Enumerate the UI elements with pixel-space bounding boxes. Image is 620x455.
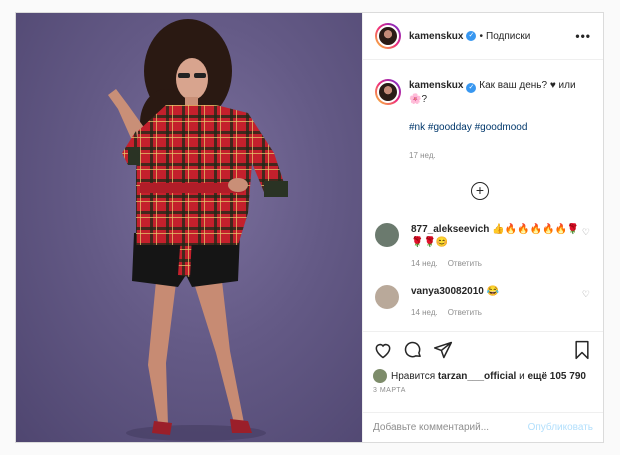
verified-badge-icon: ✓: [466, 83, 477, 93]
post-photo-illustration: [108, 19, 288, 441]
comment-input[interactable]: Добавьте комментарий...: [373, 422, 528, 433]
share-icon[interactable]: [433, 340, 453, 360]
caption: kamenskux ✓ Как ваш день? ♥ или 🌸? #nk #g…: [375, 79, 590, 163]
post-header: kamenskux ✓ • Подписки •••: [363, 13, 603, 60]
comment-item: vanya30082010 😂 14 нед. Ответить ♡: [375, 285, 590, 319]
instagram-post: kamenskux ✓ • Подписки ••• kamenskux ✓ Ка…: [15, 12, 604, 443]
verified-badge-icon: ✓: [466, 31, 477, 41]
post-sidebar: kamenskux ✓ • Подписки ••• kamenskux ✓ Ка…: [362, 13, 603, 442]
liker-username[interactable]: tarzan___official: [438, 371, 516, 382]
like-comment-heart-icon[interactable]: ♡: [582, 289, 590, 300]
follow-button[interactable]: Подписки: [486, 31, 530, 42]
comment-age: 14 нед.: [411, 308, 438, 317]
post-actions: Нравится tarzan___official и ещё 105 790…: [363, 331, 603, 413]
liker-avatar: [373, 369, 387, 383]
likes-count[interactable]: ещё 105 790: [527, 371, 586, 382]
comment-avatar[interactable]: [375, 223, 399, 247]
caption-avatar[interactable]: [375, 79, 401, 105]
bookmark-icon[interactable]: [573, 340, 591, 360]
publish-button[interactable]: Опубликовать: [528, 422, 593, 433]
avatar[interactable]: [375, 23, 401, 49]
comment-username[interactable]: 877_alekseevich: [411, 224, 489, 235]
post-date: 3 МАРТА: [373, 387, 406, 394]
header-username[interactable]: kamenskux: [409, 31, 463, 42]
heart-icon[interactable]: [373, 340, 393, 360]
caption-age: 17 нед.: [409, 151, 436, 160]
comment-icon[interactable]: [403, 340, 423, 360]
reply-button[interactable]: Ответить: [448, 308, 482, 317]
likes-prefix: Нравится: [391, 370, 436, 382]
separator-dot: •: [479, 30, 483, 42]
comment-text: 😂: [486, 286, 500, 297]
like-comment-heart-icon[interactable]: ♡: [582, 227, 590, 238]
more-options-icon[interactable]: •••: [575, 29, 591, 43]
reply-button[interactable]: Ответить: [448, 259, 482, 268]
caption-username[interactable]: kamenskux: [409, 80, 463, 91]
comment-age: 14 нед.: [411, 259, 438, 268]
caption-hashtags[interactable]: #nk #goodday #goodmood: [409, 121, 590, 135]
load-more-comments-button[interactable]: +: [471, 182, 489, 200]
comment-item: 877_alekseevich 👍🔥🔥🔥🔥🔥🌹🌹🌹😊 14 нед. Ответи…: [375, 223, 590, 270]
comment-avatar[interactable]: [375, 285, 399, 309]
likes-middle: и: [519, 370, 525, 382]
likes-summary: Нравится tarzan___official и ещё 105 790: [373, 369, 586, 383]
add-comment-bar: Добавьте комментарий... Опубликовать: [363, 412, 603, 442]
comment-username[interactable]: vanya30082010: [411, 286, 484, 297]
post-photo[interactable]: [16, 13, 362, 442]
